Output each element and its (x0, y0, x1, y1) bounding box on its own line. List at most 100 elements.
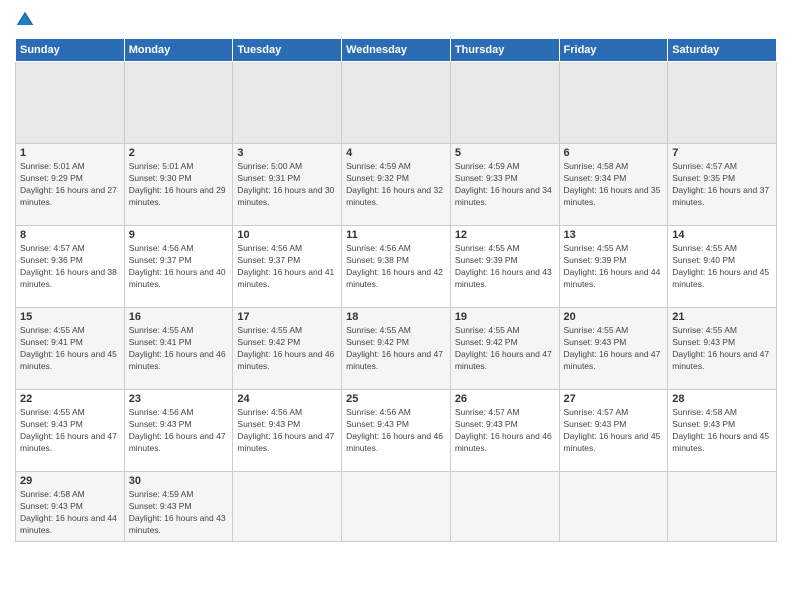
day-detail: Sunrise: 4:55 AMSunset: 9:41 PMDaylight:… (129, 325, 229, 373)
table-row: 12 Sunrise: 4:55 AMSunset: 9:39 PMDaylig… (450, 226, 559, 308)
day-detail: Sunrise: 4:59 AMSunset: 9:33 PMDaylight:… (455, 161, 555, 209)
table-row: 9 Sunrise: 4:56 AMSunset: 9:37 PMDayligh… (124, 226, 233, 308)
day-detail: Sunrise: 4:55 AMSunset: 9:39 PMDaylight:… (564, 243, 664, 291)
table-row (450, 472, 559, 542)
table-row: 13 Sunrise: 4:55 AMSunset: 9:39 PMDaylig… (559, 226, 668, 308)
day-detail: Sunrise: 5:00 AMSunset: 9:31 PMDaylight:… (237, 161, 337, 209)
day-number: 7 (672, 147, 772, 159)
day-detail: Sunrise: 4:58 AMSunset: 9:43 PMDaylight:… (672, 407, 772, 455)
day-number: 21 (672, 311, 772, 323)
day-number: 8 (20, 229, 120, 241)
table-row: 24 Sunrise: 4:56 AMSunset: 9:43 PMDaylig… (233, 390, 342, 472)
header (15, 10, 777, 30)
table-row: 10 Sunrise: 4:56 AMSunset: 9:37 PMDaylig… (233, 226, 342, 308)
day-number: 23 (129, 393, 229, 405)
day-detail: Sunrise: 4:56 AMSunset: 9:37 PMDaylight:… (129, 243, 229, 291)
day-number: 24 (237, 393, 337, 405)
day-detail: Sunrise: 4:55 AMSunset: 9:41 PMDaylight:… (20, 325, 120, 373)
table-row (559, 472, 668, 542)
day-detail: Sunrise: 4:59 AMSunset: 9:43 PMDaylight:… (129, 489, 229, 537)
day-detail: Sunrise: 4:56 AMSunset: 9:43 PMDaylight:… (129, 407, 229, 455)
table-row (342, 472, 451, 542)
table-row: 1 Sunrise: 5:01 AMSunset: 9:29 PMDayligh… (16, 144, 125, 226)
day-number: 5 (455, 147, 555, 159)
day-detail: Sunrise: 4:58 AMSunset: 9:34 PMDaylight:… (564, 161, 664, 209)
table-row: 18 Sunrise: 4:55 AMSunset: 9:42 PMDaylig… (342, 308, 451, 390)
table-row (233, 62, 342, 144)
day-detail: Sunrise: 4:57 AMSunset: 9:36 PMDaylight:… (20, 243, 120, 291)
day-number: 14 (672, 229, 772, 241)
day-number: 2 (129, 147, 229, 159)
day-detail: Sunrise: 4:56 AMSunset: 9:37 PMDaylight:… (237, 243, 337, 291)
table-row: 4 Sunrise: 4:59 AMSunset: 9:32 PMDayligh… (342, 144, 451, 226)
table-row: 16 Sunrise: 4:55 AMSunset: 9:41 PMDaylig… (124, 308, 233, 390)
day-detail: Sunrise: 4:55 AMSunset: 9:42 PMDaylight:… (455, 325, 555, 373)
day-number: 18 (346, 311, 446, 323)
day-number: 10 (237, 229, 337, 241)
col-saturday: Saturday (668, 39, 777, 62)
table-row: 7 Sunrise: 4:57 AMSunset: 9:35 PMDayligh… (668, 144, 777, 226)
logo (15, 10, 37, 30)
table-row: 17 Sunrise: 4:55 AMSunset: 9:42 PMDaylig… (233, 308, 342, 390)
logo-icon (15, 10, 35, 30)
col-sunday: Sunday (16, 39, 125, 62)
day-number: 11 (346, 229, 446, 241)
table-row: 29 Sunrise: 4:58 AMSunset: 9:43 PMDaylig… (16, 472, 125, 542)
table-row: 27 Sunrise: 4:57 AMSunset: 9:43 PMDaylig… (559, 390, 668, 472)
day-number: 27 (564, 393, 664, 405)
day-number: 30 (129, 475, 229, 487)
day-number: 26 (455, 393, 555, 405)
table-row: 6 Sunrise: 4:58 AMSunset: 9:34 PMDayligh… (559, 144, 668, 226)
day-detail: Sunrise: 4:55 AMSunset: 9:40 PMDaylight:… (672, 243, 772, 291)
day-number: 3 (237, 147, 337, 159)
table-row: 30 Sunrise: 4:59 AMSunset: 9:43 PMDaylig… (124, 472, 233, 542)
day-number: 22 (20, 393, 120, 405)
table-row: 11 Sunrise: 4:56 AMSunset: 9:38 PMDaylig… (342, 226, 451, 308)
col-tuesday: Tuesday (233, 39, 342, 62)
table-row (124, 62, 233, 144)
table-row: 21 Sunrise: 4:55 AMSunset: 9:43 PMDaylig… (668, 308, 777, 390)
day-number: 9 (129, 229, 229, 241)
day-number: 29 (20, 475, 120, 487)
day-detail: Sunrise: 4:57 AMSunset: 9:43 PMDaylight:… (564, 407, 664, 455)
day-number: 20 (564, 311, 664, 323)
table-row: 8 Sunrise: 4:57 AMSunset: 9:36 PMDayligh… (16, 226, 125, 308)
day-detail: Sunrise: 4:56 AMSunset: 9:43 PMDaylight:… (346, 407, 446, 455)
day-detail: Sunrise: 4:57 AMSunset: 9:43 PMDaylight:… (455, 407, 555, 455)
table-row (342, 62, 451, 144)
table-row: 3 Sunrise: 5:00 AMSunset: 9:31 PMDayligh… (233, 144, 342, 226)
col-thursday: Thursday (450, 39, 559, 62)
day-detail: Sunrise: 4:55 AMSunset: 9:43 PMDaylight:… (20, 407, 120, 455)
table-row (668, 62, 777, 144)
table-row: 15 Sunrise: 4:55 AMSunset: 9:41 PMDaylig… (16, 308, 125, 390)
table-row (233, 472, 342, 542)
day-detail: Sunrise: 4:56 AMSunset: 9:43 PMDaylight:… (237, 407, 337, 455)
calendar-page: Sunday Monday Tuesday Wednesday Thursday… (0, 0, 792, 612)
day-detail: Sunrise: 4:55 AMSunset: 9:42 PMDaylight:… (237, 325, 337, 373)
day-detail: Sunrise: 5:01 AMSunset: 9:29 PMDaylight:… (20, 161, 120, 209)
table-row (668, 472, 777, 542)
day-number: 17 (237, 311, 337, 323)
day-number: 15 (20, 311, 120, 323)
day-number: 28 (672, 393, 772, 405)
day-number: 19 (455, 311, 555, 323)
table-row (559, 62, 668, 144)
day-number: 16 (129, 311, 229, 323)
col-friday: Friday (559, 39, 668, 62)
day-detail: Sunrise: 4:55 AMSunset: 9:39 PMDaylight:… (455, 243, 555, 291)
col-wednesday: Wednesday (342, 39, 451, 62)
day-number: 12 (455, 229, 555, 241)
table-row: 28 Sunrise: 4:58 AMSunset: 9:43 PMDaylig… (668, 390, 777, 472)
table-row: 23 Sunrise: 4:56 AMSunset: 9:43 PMDaylig… (124, 390, 233, 472)
table-row: 19 Sunrise: 4:55 AMSunset: 9:42 PMDaylig… (450, 308, 559, 390)
table-row: 2 Sunrise: 5:01 AMSunset: 9:30 PMDayligh… (124, 144, 233, 226)
table-row: 26 Sunrise: 4:57 AMSunset: 9:43 PMDaylig… (450, 390, 559, 472)
table-row: 5 Sunrise: 4:59 AMSunset: 9:33 PMDayligh… (450, 144, 559, 226)
table-row: 22 Sunrise: 4:55 AMSunset: 9:43 PMDaylig… (16, 390, 125, 472)
table-row: 25 Sunrise: 4:56 AMSunset: 9:43 PMDaylig… (342, 390, 451, 472)
day-detail: Sunrise: 4:59 AMSunset: 9:32 PMDaylight:… (346, 161, 446, 209)
day-number: 6 (564, 147, 664, 159)
calendar-table: Sunday Monday Tuesday Wednesday Thursday… (15, 38, 777, 542)
day-detail: Sunrise: 4:57 AMSunset: 9:35 PMDaylight:… (672, 161, 772, 209)
day-detail: Sunrise: 4:55 AMSunset: 9:43 PMDaylight:… (672, 325, 772, 373)
